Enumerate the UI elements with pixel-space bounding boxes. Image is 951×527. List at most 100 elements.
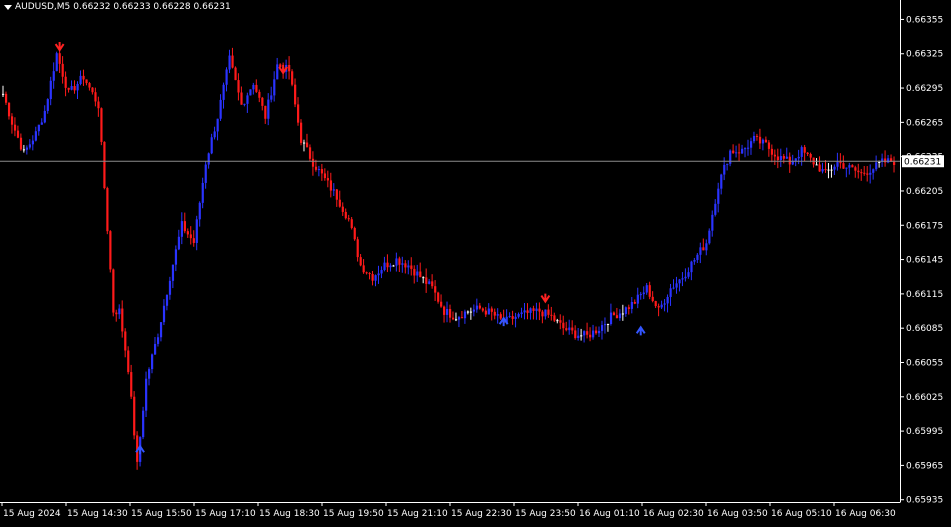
candle-body: [690, 261, 693, 273]
candle-body: [595, 330, 598, 334]
candle-body: [443, 306, 446, 315]
candle-body: [603, 324, 607, 326]
candle-body: [806, 152, 809, 155]
candle-body: [854, 167, 857, 171]
candle-body: [824, 169, 827, 171]
candle-body: [243, 103, 246, 105]
candle-body: [362, 265, 365, 273]
candle-body: [46, 99, 49, 111]
candle-body: [52, 71, 55, 81]
candle-body: [58, 53, 61, 64]
candle-body: [234, 67, 237, 81]
candle-body: [708, 230, 711, 244]
candle-body: [374, 275, 377, 281]
candle-body: [186, 231, 189, 235]
candle-body: [377, 273, 380, 276]
candle-body: [583, 331, 586, 336]
candlestick-chart[interactable]: 0.663550.663250.662950.662650.662350.662…: [0, 0, 951, 523]
candle-body: [612, 312, 616, 316]
candle-body: [830, 169, 833, 171]
candle-body: [127, 350, 130, 373]
candle-body: [198, 202, 201, 220]
candle-body: [85, 79, 88, 84]
price-axis[interactable]: 0.663550.663250.662950.662650.662350.662…: [900, 0, 943, 506]
candle-body: [803, 147, 806, 153]
candle-body: [565, 328, 568, 331]
candle-body: [201, 182, 204, 203]
candle-body: [252, 84, 255, 90]
candle-body: [788, 156, 791, 165]
chart-header: AUDUSD,M5 0.66232 0.66233 0.66228 0.6623…: [4, 2, 231, 12]
candle-body: [767, 142, 771, 149]
candle-body: [392, 265, 395, 267]
chart-area[interactable]: 0.663550.663250.662950.662650.662350.662…: [0, 0, 951, 523]
time-tick-label: 15 Aug 2024: [3, 509, 61, 519]
candle-body: [589, 334, 592, 338]
time-tick-label: 15 Aug 17:10: [195, 509, 256, 519]
candle-body: [353, 227, 356, 240]
candle-body: [460, 317, 464, 319]
candle-body: [395, 258, 398, 266]
candle-body: [255, 84, 258, 92]
candle-body: [630, 301, 633, 309]
candle-body: [770, 148, 774, 155]
candle-body: [124, 331, 127, 351]
dropdown-triangle-icon[interactable]: [4, 4, 12, 10]
candle-body: [809, 154, 812, 158]
candle-body: [73, 86, 76, 91]
candle-body: [76, 83, 79, 91]
candle-body: [532, 308, 535, 311]
candle-body: [857, 170, 860, 173]
time-tick-label: 15 Aug 22:30: [451, 509, 512, 519]
price-tick-label: 0.66145: [906, 256, 943, 266]
time-tick-label: 16 Aug 06:30: [835, 509, 896, 519]
candle-body: [425, 277, 428, 284]
candle-body: [884, 158, 887, 163]
candle-body: [276, 64, 279, 80]
time-tick-label: 16 Aug 01:10: [579, 509, 640, 519]
candle-body: [624, 307, 628, 314]
candle-body: [115, 312, 118, 315]
candle-body: [407, 265, 410, 268]
candle-body: [106, 188, 109, 232]
candle-body: [210, 137, 213, 154]
candle-body: [699, 247, 702, 255]
candle-body: [100, 108, 103, 142]
candle-body: [180, 221, 183, 237]
candle-body: [347, 218, 350, 220]
candle-body: [681, 278, 684, 280]
candle-body: [225, 69, 228, 85]
candle-body: [368, 273, 371, 275]
candle-body: [642, 292, 645, 295]
time-tick-label: 15 Aug 23:50: [515, 509, 576, 519]
candle-body: [687, 272, 690, 277]
candle-body: [654, 301, 657, 307]
candle-body: [571, 327, 574, 331]
candle-body: [544, 309, 547, 317]
candle-body: [419, 271, 422, 278]
buy-arrow-icon: [635, 325, 646, 336]
price-tick-label: 0.65965: [906, 461, 943, 471]
candle-body: [249, 89, 252, 96]
candle-body: [153, 343, 157, 355]
time-axis[interactable]: 15 Aug 2024 15 Aug 14:30 15 Aug 15:50 15 Au…: [0, 502, 901, 519]
candles-layer: [2, 45, 896, 470]
candle-body: [779, 156, 782, 161]
candle-body: [848, 165, 851, 168]
ohlc-label: 0.66232 0.66233 0.66228 0.66231: [73, 2, 231, 12]
candle-body: [660, 304, 663, 308]
candle-body: [383, 262, 386, 271]
candle-body: [729, 150, 732, 164]
candle-body: [308, 147, 312, 159]
candle-body: [177, 236, 181, 250]
candle-body: [714, 203, 717, 215]
candle-body: [651, 296, 654, 302]
candle-body: [451, 317, 455, 320]
candle-body: [875, 162, 878, 170]
candle-body: [827, 169, 830, 171]
candle-body: [538, 308, 541, 312]
candle-body: [744, 148, 747, 150]
candle-body: [34, 131, 37, 141]
candle-body: [553, 315, 556, 321]
candle-body: [478, 305, 481, 309]
